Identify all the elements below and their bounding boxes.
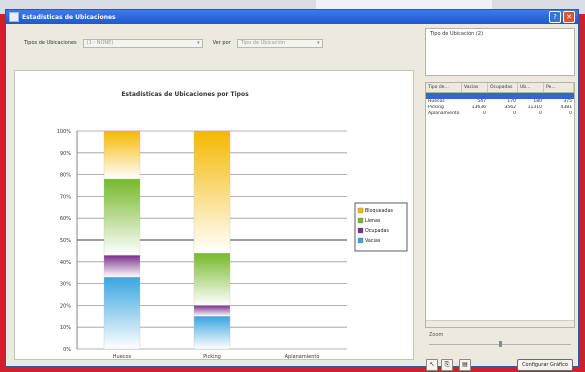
cell-vacias: 0 xyxy=(483,111,486,116)
y-tick-label: 50% xyxy=(60,238,71,244)
table-row[interactable]: Aplanamiento 0 0 0 0 xyxy=(426,111,574,117)
statistics-window: Estadísticas de Ubicaciones ? ✕ Tipos de… xyxy=(5,9,579,371)
bar-segment-vacias-picking[interactable] xyxy=(193,316,231,350)
side-panel: Tipo de Ubicación (2) Tipo de... Vacías … xyxy=(423,24,577,371)
chart-area: Tipos de Ubicaciones (1 - NONE) ▾ Ver po… xyxy=(6,24,418,366)
statistics-grid: Tipo de... Vacías Ocupadas Ub... Pe... H… xyxy=(425,82,575,328)
chart-panel: Estadísticas de Ubicaciones por Tipos 0%… xyxy=(14,70,414,360)
grid-header: Tipo de... Vacías Ocupadas Ub... Pe... xyxy=(426,83,574,93)
zoom-slider-thumb[interactable] xyxy=(498,341,502,347)
bottom-toolbar: ↖ ⎘ ▤ Configurar Gráfico xyxy=(423,358,577,372)
legend-swatch xyxy=(357,217,364,224)
close-icon[interactable]: ✕ xyxy=(563,11,575,23)
bar-segment-vacias-huecos[interactable] xyxy=(103,276,141,350)
type-description-text: Tipo de Ubicación (2) xyxy=(430,31,484,37)
x-tick-label: Huecos xyxy=(113,354,132,359)
chevron-down-icon: ▾ xyxy=(197,39,200,46)
column-header-vacias[interactable]: Vacías xyxy=(462,83,488,92)
tipo-ubicaciones-label: Tipos de Ubicaciones xyxy=(24,40,77,46)
tipo-ubicaciones-select[interactable]: (1 - NONE) ▾ xyxy=(82,38,203,48)
bar-segment-llenas-huecos[interactable] xyxy=(103,178,141,256)
copy-icon[interactable]: ⎘ xyxy=(441,359,453,371)
ver-por-value: Tipo de Ubicación xyxy=(240,40,286,46)
column-header-ocupadas[interactable]: Ocupadas xyxy=(488,83,518,92)
legend-swatch xyxy=(357,207,364,214)
bar-segment-llenas-picking[interactable] xyxy=(193,252,231,306)
y-tick-label: 40% xyxy=(60,260,71,266)
y-tick-label: 30% xyxy=(60,282,71,288)
legend-entry: Bloqueadas xyxy=(365,208,394,214)
zoom-slider[interactable] xyxy=(429,341,571,347)
legend-entry: Vacias xyxy=(365,238,381,244)
app-icon xyxy=(9,12,19,22)
window-title: Estadísticas de Ubicaciones xyxy=(22,13,116,21)
stacked-bar-chart: 0% 10% 20% 30% 40% 50% 60% 70% 80% 90% 100% Huecos P… xyxy=(57,129,408,360)
y-tick-label: 90% xyxy=(60,151,71,157)
cell-tipo: Aplanamiento xyxy=(428,111,460,116)
legend-entry: Ocupadas xyxy=(365,228,389,234)
legend-entry: Llenas xyxy=(365,218,381,224)
y-tick-label: 70% xyxy=(60,194,71,200)
help-icon[interactable]: ? xyxy=(549,11,561,23)
column-header-pe[interactable]: Pe... xyxy=(544,83,574,92)
title-bar: Estadísticas de Ubicaciones ? ✕ xyxy=(6,10,578,24)
column-header-tipo[interactable]: Tipo de... xyxy=(426,83,462,92)
x-tick-label: Picking xyxy=(203,354,221,359)
print-icon[interactable]: ▤ xyxy=(459,359,471,371)
y-tick-label: 0% xyxy=(63,347,71,353)
horizontal-scrollbar[interactable] xyxy=(426,320,574,327)
configure-chart-button[interactable]: Configurar Gráfico xyxy=(517,359,573,371)
y-tick-label: 100% xyxy=(57,129,72,135)
y-tick-label: 60% xyxy=(60,216,71,222)
y-tick-label: 80% xyxy=(60,173,71,179)
cell-ub: 0 xyxy=(539,111,542,116)
ver-por-label: Ver por xyxy=(212,40,231,46)
y-tick-label: 20% xyxy=(60,303,71,309)
legend-swatch xyxy=(357,227,364,234)
type-description-box: Tipo de Ubicación (2) xyxy=(425,28,575,76)
bar-segment-bloqueadas-huecos[interactable] xyxy=(103,130,141,180)
filter-bar: Tipos de Ubicaciones (1 - NONE) ▾ Ver po… xyxy=(6,24,418,62)
chevron-down-icon: ▾ xyxy=(317,39,320,46)
zoom-label: Zoom xyxy=(429,332,444,338)
cell-ocupadas: 0 xyxy=(513,111,516,116)
bar-segment-bloqueadas-picking[interactable] xyxy=(193,130,231,254)
chart-title: Estadísticas de Ubicaciones por Tipos xyxy=(121,91,249,98)
column-header-ub[interactable]: Ub... xyxy=(518,83,544,92)
y-tick-label: 10% xyxy=(60,325,71,331)
tipo-ubicaciones-value: (1 - NONE) xyxy=(86,40,114,46)
pointer-icon[interactable]: ↖ xyxy=(426,359,438,371)
legend-swatch xyxy=(357,237,364,244)
bar-segment-ocupadas-huecos[interactable] xyxy=(103,255,141,278)
ver-por-select[interactable]: Tipo de Ubicación ▾ xyxy=(236,38,323,48)
cell-pe: 0 xyxy=(569,111,572,116)
bar-segment-ocupadas-picking[interactable] xyxy=(193,305,231,317)
x-tick-label: Aplanamiento xyxy=(285,354,320,359)
